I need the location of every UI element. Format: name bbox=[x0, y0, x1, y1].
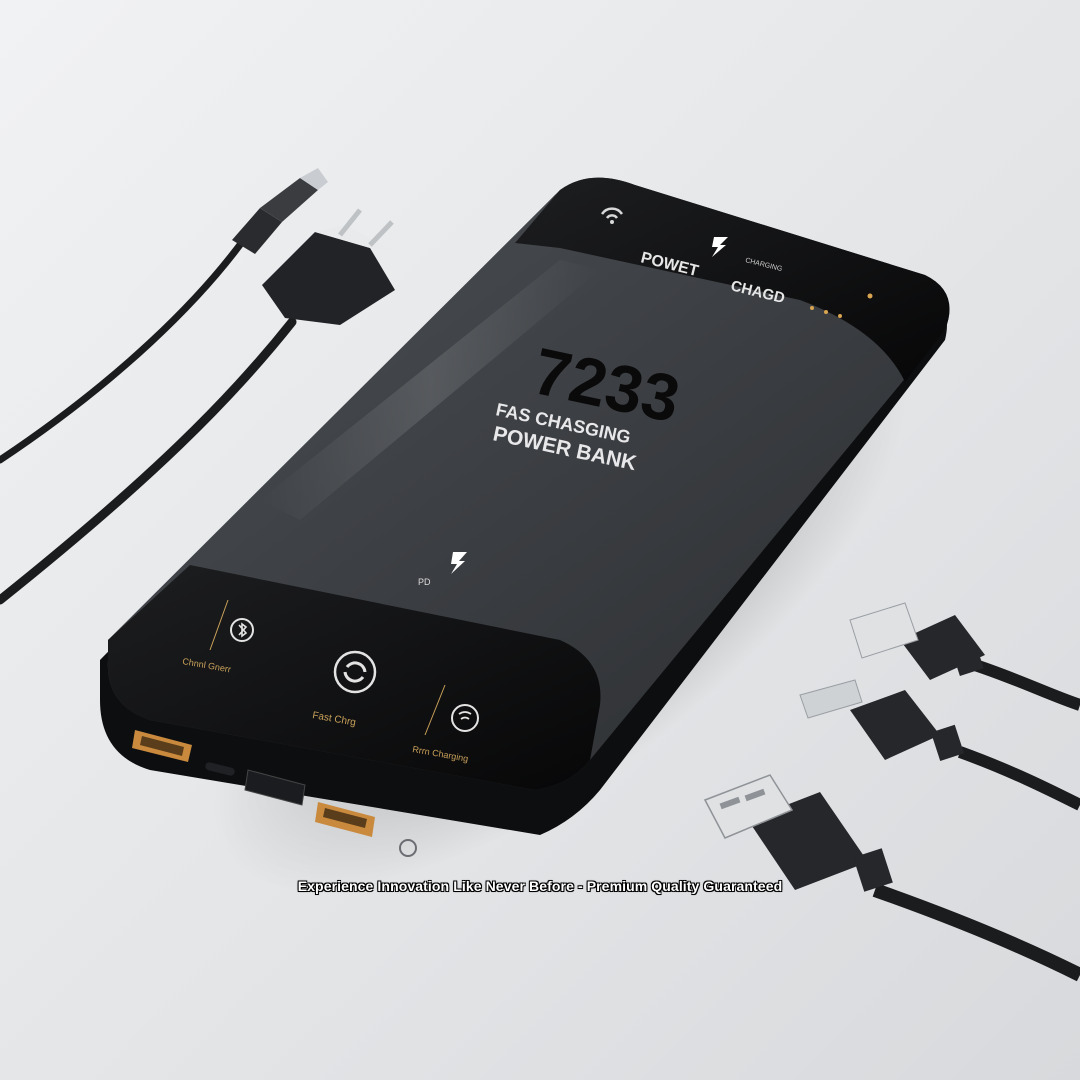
promo-caption: Experience Innovation Like Never Before … bbox=[297, 878, 783, 894]
scene-svg: POWET CHAGD CHARGING 7233 FAS CHASGING P… bbox=[0, 0, 1080, 1080]
center-mark-text: PD bbox=[418, 577, 431, 587]
product-scene: POWET CHAGD CHARGING 7233 FAS CHASGING P… bbox=[0, 0, 1080, 1080]
